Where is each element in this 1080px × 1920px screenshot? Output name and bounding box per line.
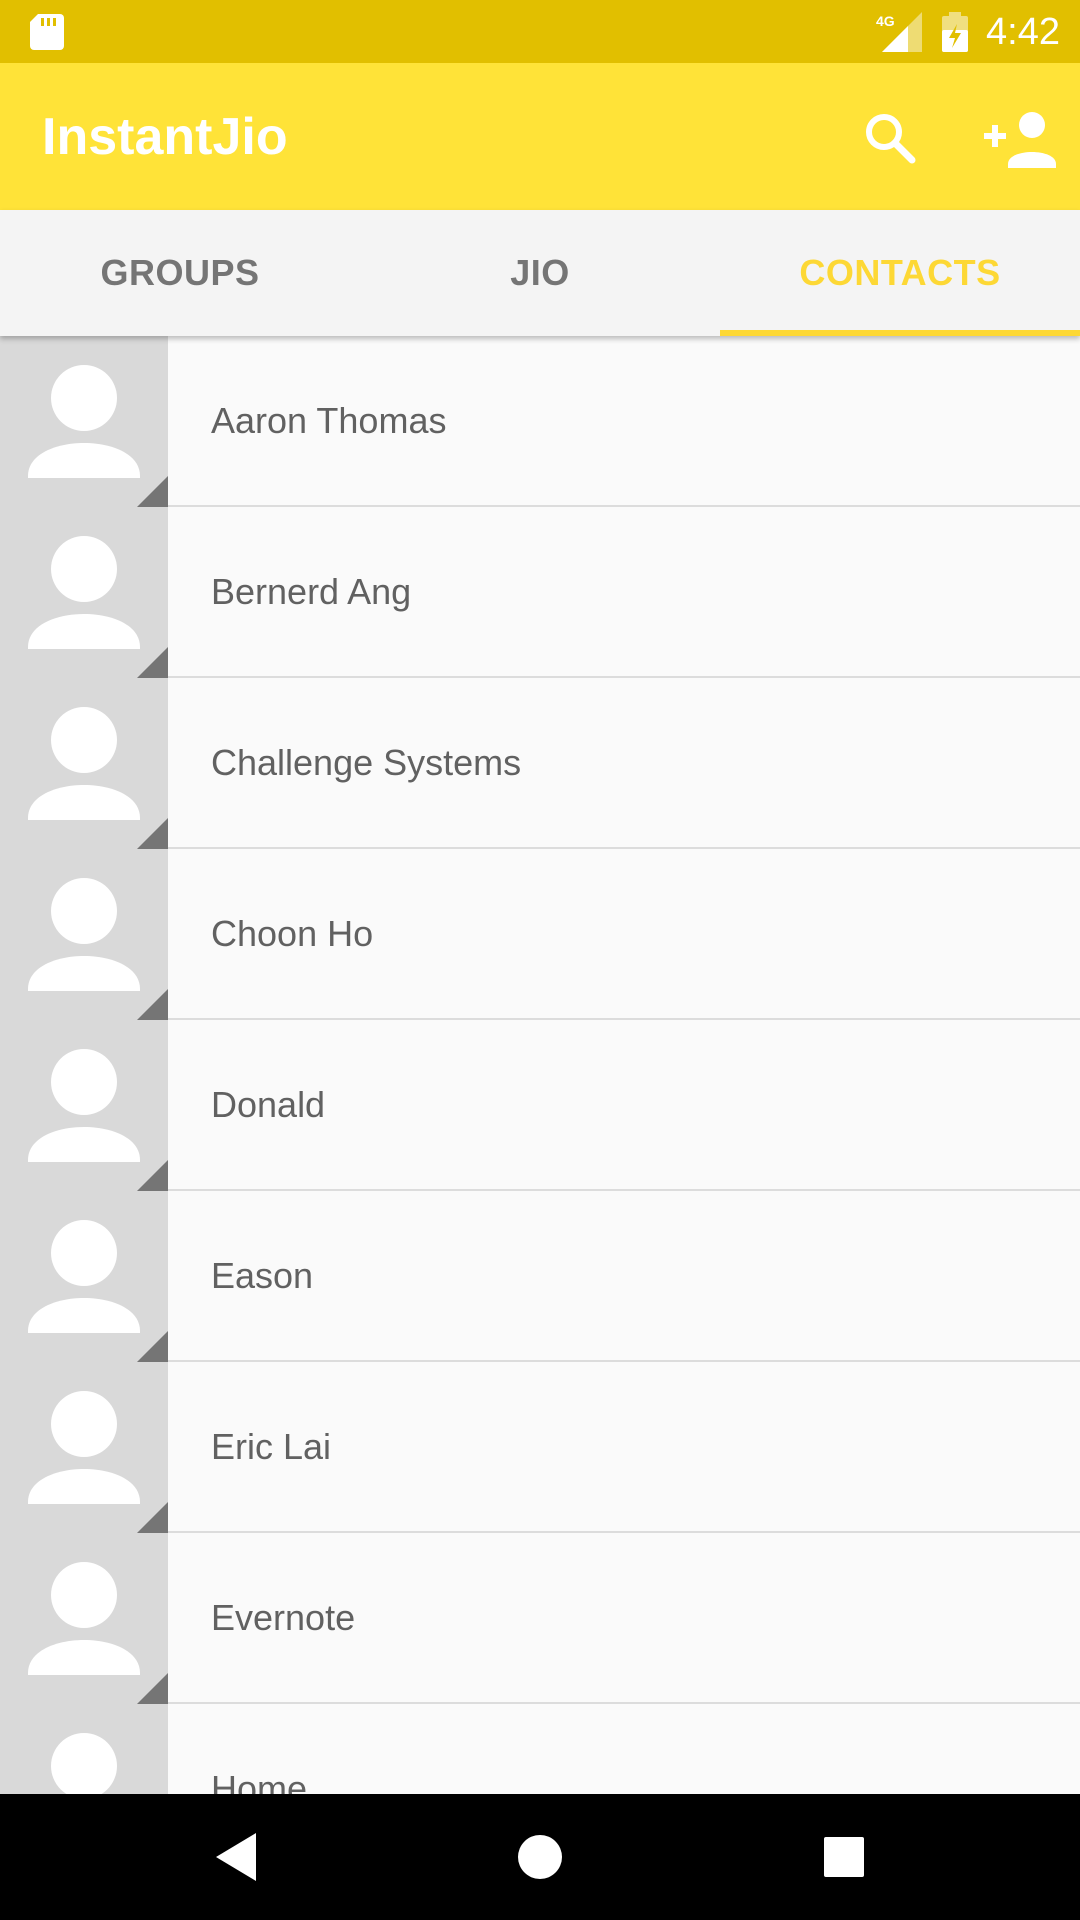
sd-card-icon xyxy=(30,14,64,50)
person-placeholder-icon xyxy=(28,536,168,678)
contact-row[interactable]: Evernote xyxy=(0,1533,1080,1704)
contact-row[interactable]: Eason xyxy=(0,1191,1080,1362)
person-placeholder-icon xyxy=(28,1220,168,1362)
back-icon[interactable] xyxy=(206,1827,266,1887)
avatar xyxy=(0,336,168,507)
tab-contacts[interactable]: CONTACTS xyxy=(720,210,1080,336)
contact-name: Challenge Systems xyxy=(211,742,522,783)
contact-name: Eric Lai xyxy=(211,1426,332,1467)
status-time: 4:42 xyxy=(986,11,1060,53)
person-placeholder-icon xyxy=(28,1391,168,1533)
home-icon[interactable] xyxy=(510,1827,570,1887)
contact-row[interactable]: Challenge Systems xyxy=(0,678,1080,849)
contact-row[interactable]: Bernerd Ang xyxy=(0,507,1080,678)
person-placeholder-icon xyxy=(28,365,168,507)
app-title: InstantJio xyxy=(42,108,288,166)
avatar xyxy=(0,849,168,1020)
avatar xyxy=(0,1191,168,1362)
navigation-bar xyxy=(0,1794,1080,1920)
status-bar: 4G 4:42 xyxy=(0,0,1080,63)
search-icon[interactable] xyxy=(858,106,922,170)
person-placeholder-icon xyxy=(51,1733,117,1794)
tab-groups[interactable]: GROUPS xyxy=(0,210,360,336)
avatar xyxy=(0,1020,168,1191)
contact-row[interactable]: Donald xyxy=(0,1020,1080,1191)
contact-name: Evernote xyxy=(211,1597,356,1638)
avatar xyxy=(0,1704,168,1794)
active-tab-indicator xyxy=(720,330,1080,336)
contact-row[interactable]: Aaron Thomas xyxy=(0,336,1080,507)
contact-name: Aaron Thomas xyxy=(211,400,447,441)
person-placeholder-icon xyxy=(28,1562,168,1704)
avatar xyxy=(0,678,168,849)
battery-charging-icon xyxy=(942,12,968,52)
contact-row[interactable]: Home xyxy=(0,1704,1080,1794)
person-placeholder-icon xyxy=(28,878,168,1020)
contact-name: Choon Ho xyxy=(211,913,374,954)
contact-name: Bernerd Ang xyxy=(211,571,412,612)
tab-bar: GROUPS JIO CONTACTS xyxy=(0,210,1080,336)
contact-name: Home xyxy=(211,1768,308,1794)
signal-icon: 4G xyxy=(876,12,922,52)
contact-row[interactable]: Choon Ho xyxy=(0,849,1080,1020)
person-placeholder-icon xyxy=(28,707,168,849)
app-bar: InstantJio xyxy=(0,63,1080,210)
tab-jio[interactable]: JIO xyxy=(360,210,720,336)
contact-name: Donald xyxy=(211,1084,326,1125)
avatar xyxy=(0,1362,168,1533)
add-person-icon[interactable] xyxy=(982,106,1058,170)
person-placeholder-icon xyxy=(28,1049,168,1191)
contact-name: Eason xyxy=(211,1255,314,1296)
contact-row[interactable]: Eric Lai xyxy=(0,1362,1080,1533)
contact-list[interactable]: Aaron Thomas Bernerd Ang Challenge Syste… xyxy=(0,336,1080,1794)
recents-icon[interactable] xyxy=(814,1827,874,1887)
network-type-label: 4G xyxy=(876,13,895,29)
avatar xyxy=(0,1533,168,1704)
avatar xyxy=(0,507,168,678)
